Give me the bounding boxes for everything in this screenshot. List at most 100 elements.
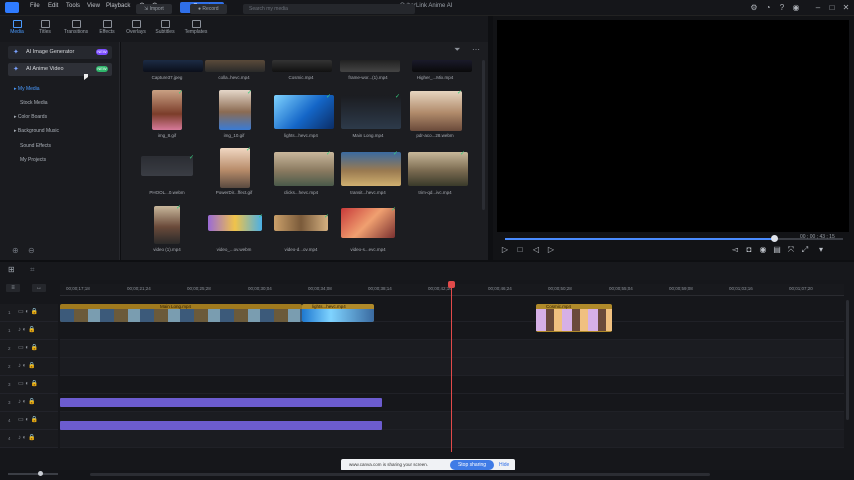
preview-quality-icon[interactable]: ◉ [758, 245, 768, 255]
media-thumbnail[interactable] [219, 90, 251, 130]
more-icon[interactable]: ▾ [816, 245, 826, 255]
audio-clip[interactable] [60, 398, 382, 407]
play-icon[interactable]: ▷ [500, 245, 510, 255]
timeline-lane[interactable] [60, 322, 844, 340]
track-manager-icon[interactable]: ⊞ [8, 265, 15, 274]
media-thumbnail[interactable] [410, 91, 462, 131]
tab-titles[interactable]: Titles [30, 18, 60, 40]
sidebar-item-color-boards[interactable]: ▸ Color Boards [14, 114, 47, 120]
track-header[interactable]: 3 ♪ ◐ 🔒 [0, 394, 58, 412]
stop-sharing-button[interactable]: Stop sharing [450, 460, 494, 470]
media-thumbnail[interactable] [220, 148, 250, 188]
tab-overlays[interactable]: Overlays [121, 18, 151, 40]
track-view-icon[interactable]: ≡ [6, 284, 20, 292]
media-thumbnail[interactable] [208, 215, 262, 231]
undock-icon[interactable]: ⤧ [786, 245, 796, 255]
audio-track-controls-icon[interactable]: ♪ ◐ 🔒 [18, 398, 35, 405]
audio-clip[interactable] [60, 421, 382, 430]
zoom-slider[interactable] [8, 473, 58, 475]
media-thumbnail[interactable] [141, 156, 193, 176]
track-header[interactable]: 4 ▭ ◐ 🔒 [0, 412, 58, 430]
notification-icon[interactable]: ◔ [762, 2, 774, 13]
tab-effects[interactable]: Effects [92, 18, 122, 40]
maximize-icon[interactable]: □ [826, 2, 838, 13]
more-options-icon[interactable]: ⋯ [472, 45, 480, 54]
split-icon[interactable]: ⌗ [30, 265, 35, 275]
video-clip[interactable]: lights...hevc.mp4 [302, 304, 374, 322]
track-controls-icon[interactable]: ▭ ◐ 🔒 [18, 380, 38, 387]
close-icon[interactable]: ✕ [840, 2, 852, 13]
hide-button[interactable]: Hide [499, 462, 509, 468]
track-controls-icon[interactable]: ▭ ◐ 🔒 [18, 344, 38, 351]
minimize-icon[interactable]: – [812, 2, 824, 13]
volume-icon[interactable]: ◅ [730, 245, 740, 255]
sidebar-item-background-music[interactable]: ▸ Background Music [14, 128, 59, 134]
track-header[interactable]: 2 ▭ ◐ 🔒 [0, 340, 58, 358]
preview-screen[interactable] [497, 20, 849, 232]
menu-view[interactable]: View [87, 3, 100, 9]
playhead[interactable] [451, 282, 452, 452]
track-header[interactable]: 1 ▭ ◐ 🔒 [0, 304, 58, 322]
media-thumbnail[interactable] [274, 215, 328, 231]
video-clip[interactable]: Main Long.mp4 [60, 304, 302, 322]
remove-folder-icon[interactable]: ⊖ [28, 246, 35, 255]
previous-frame-icon[interactable]: ◁ [531, 245, 541, 255]
scrubber-handle[interactable] [771, 235, 778, 242]
audio-track-controls-icon[interactable]: ♪ ◐ 🔒 [18, 434, 35, 441]
menu-playback[interactable]: Playback [106, 3, 130, 9]
track-header[interactable]: 3 ▭ ◐ 🔒 [0, 376, 58, 394]
media-thumbnail[interactable] [412, 60, 472, 72]
video-clip[interactable]: Cosmic.mp4 [536, 304, 612, 332]
media-thumbnail[interactable] [274, 152, 334, 186]
timeline-lane[interactable] [60, 340, 844, 358]
display-mode-icon[interactable]: ▤ [772, 245, 782, 255]
track-header[interactable]: 4 ♪ ◐ 🔒 [0, 430, 58, 448]
import-button[interactable]: ⇲ Import [136, 4, 172, 14]
fullscreen-icon[interactable]: ⤢ [800, 245, 810, 255]
stop-icon[interactable]: □ [515, 245, 525, 255]
track-controls-icon[interactable]: ▭ ◐ 🔒 [18, 308, 38, 315]
sidebar-item-my-projects[interactable]: My Projects [20, 157, 46, 163]
timeline-lane[interactable] [60, 376, 844, 394]
media-thumbnail[interactable] [274, 95, 334, 129]
menu-file[interactable]: File [30, 3, 40, 9]
timeline-vertical-scrollbar[interactable] [846, 300, 849, 420]
audio-track-controls-icon[interactable]: ♪ ◐ 🔒 [18, 362, 35, 369]
help-icon[interactable]: ? [776, 2, 788, 13]
playhead-handle[interactable] [448, 281, 455, 288]
search-input[interactable]: Search my media [243, 4, 415, 14]
timeline-lane[interactable] [60, 430, 844, 448]
media-thumbnail[interactable] [272, 60, 332, 72]
ai-image-generator-button[interactable]: ✦ AI Image Generator NEW [8, 46, 112, 59]
menu-edit[interactable]: Edit [48, 3, 58, 9]
tab-media[interactable]: Media [2, 18, 32, 40]
sidebar-item-sound-effects[interactable]: Sound Effects [20, 143, 51, 149]
next-frame-icon[interactable]: ▷ [546, 245, 556, 255]
audio-track-controls-icon[interactable]: ♪ ◐ 🔒 [18, 326, 35, 333]
account-icon[interactable]: ◉ [790, 2, 802, 13]
timeline-lane[interactable] [60, 358, 844, 376]
sidebar-item-my-media[interactable]: ▸ My Media [14, 86, 40, 92]
track-controls-icon[interactable]: ▭ ◐ 🔒 [18, 416, 38, 423]
ai-anime-video-button[interactable]: ✦ AI Anime Video NEW [8, 63, 112, 76]
media-thumbnail[interactable] [143, 60, 203, 72]
media-thumbnail[interactable] [408, 152, 468, 186]
settings-gear-icon[interactable]: ⚙ [748, 2, 760, 13]
media-thumbnail[interactable] [341, 95, 401, 129]
tab-transitions[interactable]: Transitions [61, 18, 91, 40]
media-thumbnail[interactable] [341, 152, 401, 186]
zoom-slider-handle[interactable] [38, 471, 43, 476]
tab-subtitles[interactable]: Subtitles [150, 18, 180, 40]
track-header[interactable]: 2 ♪ ◐ 🔒 [0, 358, 58, 376]
media-thumbnail[interactable] [340, 60, 400, 72]
media-thumbnail[interactable] [205, 60, 265, 72]
fit-timeline-icon[interactable]: ↔ [32, 284, 46, 292]
menu-tools[interactable]: Tools [66, 3, 80, 9]
media-thumbnail[interactable] [341, 208, 395, 238]
media-thumbnail[interactable] [154, 206, 180, 244]
snapshot-icon[interactable]: ◘ [744, 245, 754, 255]
add-folder-icon[interactable]: ⊕ [12, 246, 19, 255]
sidebar-item-stock-media[interactable]: Stock Media [20, 100, 48, 106]
track-header[interactable]: 1 ♪ ◐ 🔒 [0, 322, 58, 340]
timeline-horizontal-scrollbar[interactable] [90, 473, 710, 476]
